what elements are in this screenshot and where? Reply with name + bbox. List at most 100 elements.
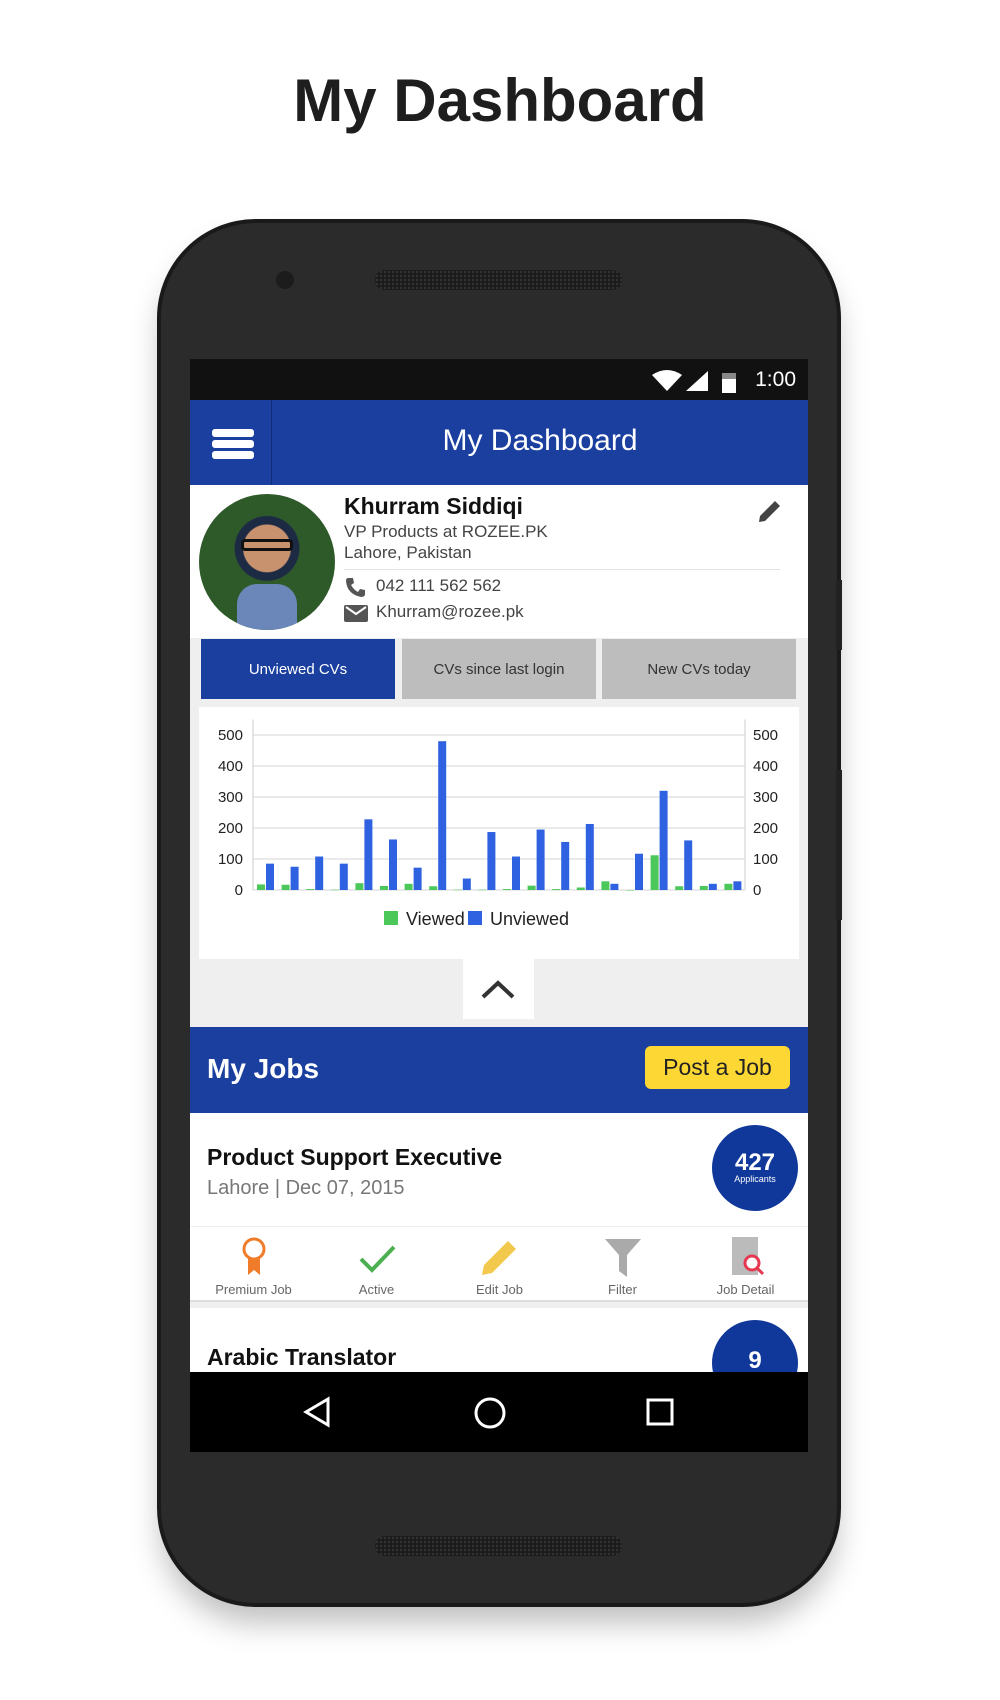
profile-card: Khurram Siddiqi VP Products at ROZEE.PK … — [190, 485, 808, 638]
bar-viewed — [724, 883, 733, 890]
job-title[interactable]: Arabic Translator — [207, 1344, 396, 1371]
filter-action[interactable]: Filter — [561, 1227, 684, 1300]
app-bar-title: My Dashboard — [442, 424, 638, 457]
bottom-speaker — [375, 1536, 622, 1556]
my-jobs-header: My Jobs Post a Job — [190, 1027, 808, 1113]
bar-unviewed — [610, 883, 619, 890]
bar-viewed — [355, 883, 364, 890]
job-actions: Premium Job Active Edit Job Filter Job D… — [190, 1226, 808, 1302]
home-icon[interactable] — [473, 1396, 507, 1430]
bar-unviewed — [438, 741, 447, 890]
active-action[interactable]: Active — [315, 1227, 438, 1300]
bar-unviewed — [659, 790, 668, 890]
y-tick-label-right: 0 — [753, 882, 761, 899]
top-speaker — [375, 270, 622, 290]
job-detail-action[interactable]: Job Detail — [684, 1227, 807, 1300]
bar-viewed — [601, 881, 610, 890]
bar-viewed — [306, 889, 315, 890]
signal-icon — [686, 371, 708, 391]
side-button — [836, 770, 842, 920]
pencil-icon — [481, 1241, 516, 1275]
bar-unviewed — [413, 867, 422, 890]
bar-viewed — [576, 887, 585, 890]
tab-unviewed-cvs[interactable]: Unviewed CVs — [201, 639, 395, 699]
y-tick-label-right: 500 — [753, 727, 778, 744]
bar-viewed — [380, 885, 388, 890]
tab-new-cvs-today[interactable]: New CVs today — [602, 639, 796, 699]
bar-viewed — [503, 889, 511, 890]
profile-name: Khurram Siddiqi — [344, 493, 523, 519]
y-tick-label-left: 400 — [218, 758, 243, 775]
collapse-button[interactable] — [463, 959, 534, 1019]
recents-icon[interactable] — [645, 1397, 675, 1427]
action-label: Job Detail — [716, 1282, 775, 1297]
bar-chart: 0 0 100 100 200 200 300 300 400 400 500 500 Viewed Un… — [218, 719, 778, 929]
menu-button[interactable] — [190, 400, 272, 485]
bar-unviewed — [585, 823, 594, 890]
edit-job-action[interactable]: Edit Job — [438, 1227, 561, 1300]
bar-unviewed — [536, 829, 545, 890]
divider — [344, 569, 780, 570]
profile-location: Lahore, Pakistan — [344, 543, 472, 562]
phone-icon — [346, 578, 365, 597]
bar-viewed — [453, 889, 462, 891]
my-jobs-title: My Jobs — [207, 1053, 320, 1084]
edit-profile-icon[interactable] — [756, 497, 784, 525]
y-tick-label-left: 0 — [235, 882, 243, 899]
check-icon — [359, 1245, 395, 1273]
premium-job-action[interactable]: Premium Job — [192, 1227, 315, 1300]
bar-unviewed — [389, 839, 397, 890]
bar-unviewed — [684, 840, 693, 890]
bar-unviewed — [462, 878, 471, 890]
legend-swatch — [384, 911, 398, 925]
y-tick-label-left: 200 — [218, 820, 243, 837]
profile-email[interactable]: Khurram@rozee.pk — [376, 602, 524, 622]
clock: 1:00 — [755, 368, 796, 391]
bar-unviewed — [487, 832, 496, 890]
bar-unviewed — [364, 819, 373, 890]
post-job-button[interactable]: Post a Job — [645, 1046, 790, 1089]
camera — [276, 271, 294, 289]
action-label: Active — [358, 1282, 395, 1297]
document-search-icon — [731, 1237, 764, 1276]
applicants-label: Applicants — [734, 1174, 776, 1184]
bar-viewed — [650, 855, 659, 890]
bar-unviewed — [733, 881, 742, 890]
side-button — [836, 580, 842, 650]
bar-unviewed — [708, 883, 717, 890]
legend-swatch — [468, 911, 482, 925]
job-card[interactable]: Arabic Translator 9 — [190, 1308, 808, 1406]
bar-unviewed — [266, 863, 274, 890]
bar-unviewed — [315, 856, 324, 890]
app-bar: My Dashboard — [190, 400, 808, 485]
status-bar: 1:00 — [190, 359, 808, 400]
bar-viewed — [552, 889, 561, 890]
job-title[interactable]: Product Support Executive — [207, 1144, 502, 1171]
y-tick-label-left: 300 — [218, 789, 243, 806]
y-tick-label-left: 100 — [218, 851, 243, 868]
bar-viewed — [429, 886, 438, 890]
profile-phone[interactable]: 042 111 562 562 — [376, 576, 501, 596]
action-label: Edit Job — [476, 1282, 523, 1297]
applicants-badge[interactable]: 427 Applicants — [712, 1125, 798, 1211]
bar-viewed — [257, 884, 265, 890]
bar-viewed — [330, 889, 339, 891]
back-icon[interactable] — [302, 1396, 334, 1428]
wifi-icon — [652, 370, 682, 391]
bar-viewed — [699, 885, 708, 890]
bar-viewed — [626, 890, 634, 891]
job-card[interactable]: Product Support Executive Lahore | Dec 0… — [190, 1113, 808, 1226]
bar-unviewed — [290, 866, 299, 890]
ribbon-icon — [242, 1237, 265, 1275]
avatar — [199, 494, 335, 630]
bar-unviewed — [635, 853, 643, 890]
chevron-up-icon — [481, 980, 515, 999]
filter-icon — [604, 1239, 641, 1277]
screen: 1:00 My Dashboard Khurram Siddiqi VP Pro… — [190, 359, 808, 1452]
bar-viewed — [404, 883, 413, 890]
tab-cvs-since-last-login[interactable]: CVs since last login — [402, 639, 596, 699]
hamburger-icon — [212, 429, 254, 459]
cv-chart: 0 0 100 100 200 200 300 300 400 400 500 500 Viewed Un… — [199, 707, 799, 959]
y-tick-label-left: 500 — [218, 727, 243, 744]
profile-position: VP Products at ROZEE.PK — [344, 522, 548, 541]
